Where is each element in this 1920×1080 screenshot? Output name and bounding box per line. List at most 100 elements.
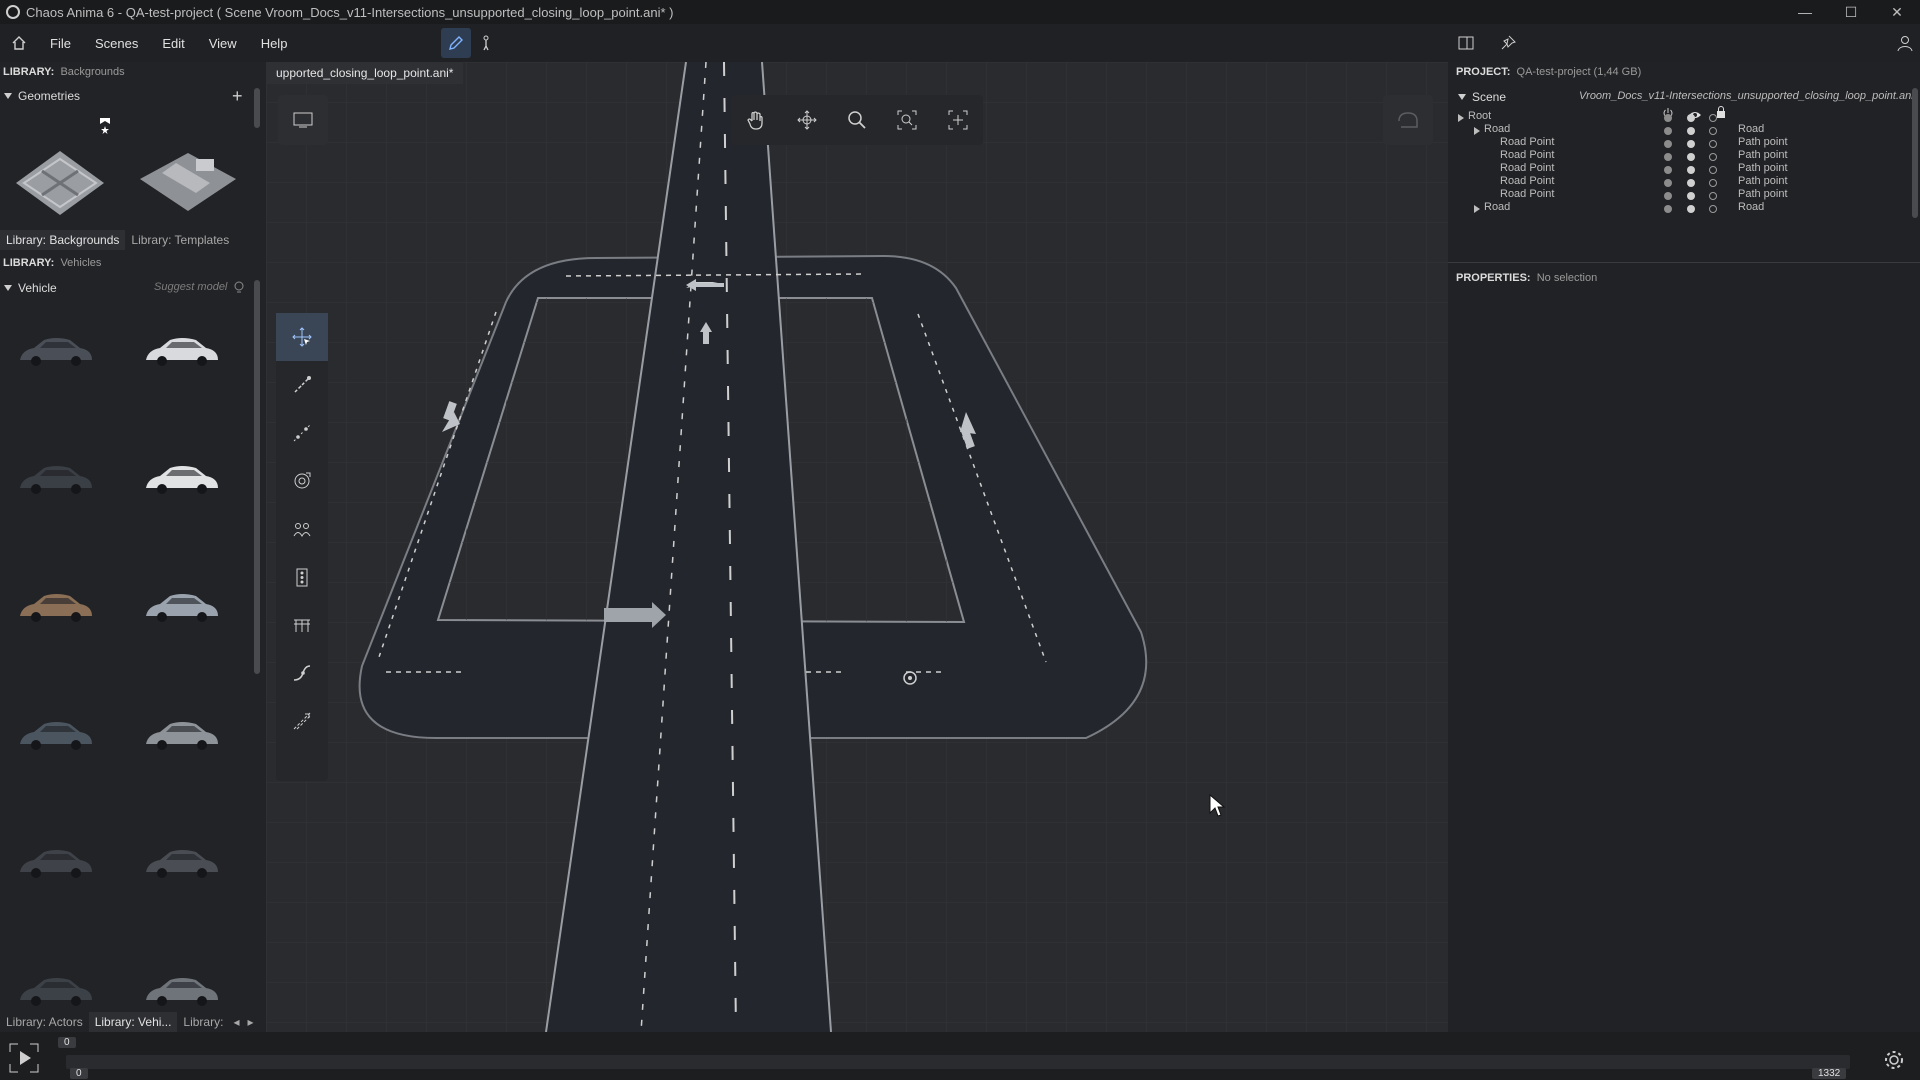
- vehicle-thumbnail[interactable]: [142, 588, 222, 628]
- roundabout-tool-icon[interactable]: [276, 457, 328, 505]
- vehicle-thumbnail[interactable]: [16, 332, 96, 372]
- visible-dot[interactable]: [1687, 179, 1695, 187]
- crowd-tool-icon[interactable]: [276, 505, 328, 553]
- visible-dot[interactable]: [1687, 140, 1695, 148]
- vehicle-thumbnail[interactable]: [16, 588, 96, 628]
- lock-dot[interactable]: [1709, 140, 1717, 148]
- expand-triangle-icon[interactable]: [1474, 205, 1480, 213]
- scene-tree-row[interactable]: Road Road: [1448, 201, 1920, 217]
- menu-view[interactable]: View: [197, 36, 249, 51]
- orbit-icon[interactable]: [787, 100, 827, 140]
- tab-library-more[interactable]: Library:: [177, 1012, 229, 1032]
- play-icon[interactable]: [6, 1040, 42, 1080]
- menu-file[interactable]: File: [38, 36, 83, 51]
- enabled-dot[interactable]: [1664, 166, 1672, 174]
- viewport-screen-icon[interactable]: [278, 95, 328, 145]
- close-button[interactable]: ✕: [1874, 0, 1920, 24]
- visible-dot[interactable]: [1687, 153, 1695, 161]
- lock-dot[interactable]: [1709, 192, 1717, 200]
- vehicle-section[interactable]: Vehicle: [4, 281, 57, 295]
- timeline-track[interactable]: [66, 1055, 1850, 1069]
- select-move-tool-icon[interactable]: [276, 313, 328, 361]
- pan-hand-icon[interactable]: [736, 100, 776, 140]
- user-account-icon[interactable]: [1890, 28, 1920, 58]
- draw-road-tool-icon[interactable]: [276, 361, 328, 409]
- visible-dot[interactable]: [1687, 114, 1695, 122]
- tab-library-vehicles[interactable]: Library: Vehi...: [88, 1012, 178, 1032]
- frame-all-icon[interactable]: [938, 100, 978, 140]
- panel-layout-icon[interactable]: [1451, 28, 1481, 58]
- scene-tree-item-type: Path point: [1738, 175, 1788, 187]
- visible-dot[interactable]: [1687, 166, 1695, 174]
- tabs-scroll-left-icon[interactable]: ◂: [229, 1012, 243, 1032]
- enabled-dot[interactable]: [1664, 192, 1672, 200]
- document-tab[interactable]: upported_closing_loop_point.ani*: [266, 62, 464, 84]
- edit-mode-pencil-icon[interactable]: [441, 28, 472, 58]
- scene-tree-item-type: Path point: [1738, 162, 1788, 174]
- expand-triangle-icon[interactable]: [1474, 127, 1480, 135]
- settings-gear-icon[interactable]: [1882, 1048, 1906, 1077]
- minimize-button[interactable]: —: [1782, 0, 1828, 24]
- zoom-search-icon[interactable]: [837, 100, 877, 140]
- lock-dot[interactable]: [1709, 205, 1717, 213]
- vehicle-thumbnail[interactable]: [142, 844, 222, 884]
- suggest-model-link[interactable]: Suggest model: [154, 281, 227, 293]
- geometries-section[interactable]: Geometries: [4, 89, 80, 103]
- vehicle-thumbnail[interactable]: [16, 716, 96, 756]
- menu-help[interactable]: Help: [249, 36, 300, 51]
- geometry-thumbnail-grid-road[interactable]: [12, 147, 108, 224]
- lock-dot[interactable]: [1709, 114, 1717, 122]
- lightbulb-icon[interactable]: [234, 281, 244, 300]
- vehicle-thumbnail[interactable]: [142, 460, 222, 500]
- enabled-dot[interactable]: [1664, 179, 1672, 187]
- scene-tree-scrollbar[interactable]: [1912, 88, 1918, 218]
- favorite-bookmark-icon[interactable]: [98, 116, 112, 139]
- vehicle-thumbnail[interactable]: [142, 972, 222, 1012]
- tab-library-templates[interactable]: Library: Templates: [125, 230, 235, 250]
- add-icon[interactable]: +: [232, 86, 243, 107]
- 3d-viewport[interactable]: [266, 62, 1448, 1032]
- tab-library-actors[interactable]: Library: Actors: [0, 1012, 89, 1032]
- lock-dot[interactable]: [1709, 166, 1717, 174]
- vehicle-thumbnail[interactable]: [142, 716, 222, 756]
- maximize-button[interactable]: ☐: [1828, 0, 1874, 24]
- scene-panel: PROJECT: QA-test-project (1,44 GB) Scene…: [1448, 62, 1920, 1032]
- vehicle-thumbnail[interactable]: [16, 972, 96, 1012]
- collapse-triangle-icon: [1458, 94, 1466, 100]
- lock-dot[interactable]: [1709, 127, 1717, 135]
- lock-dot[interactable]: [1709, 153, 1717, 161]
- pin-icon[interactable]: [1493, 28, 1523, 58]
- visible-dot[interactable]: [1687, 127, 1695, 135]
- undo-view-icon[interactable]: [1383, 95, 1433, 145]
- animation-mode-figure-icon[interactable]: [471, 28, 501, 58]
- traffic-light-tool-icon[interactable]: [276, 553, 328, 601]
- enabled-dot[interactable]: [1664, 153, 1672, 161]
- visible-dot[interactable]: [1687, 192, 1695, 200]
- tabs-scroll-right-icon[interactable]: ▸: [243, 1012, 257, 1032]
- zoom-to-fit-icon[interactable]: [887, 100, 927, 140]
- slope-tool-icon[interactable]: [276, 649, 328, 697]
- scene-file-name: Vroom_Docs_v11-Intersections_unsupported…: [1579, 90, 1918, 102]
- enabled-dot[interactable]: [1664, 205, 1672, 213]
- vehicles-scrollbar[interactable]: [254, 280, 260, 674]
- vehicle-thumbnail[interactable]: [16, 460, 96, 500]
- current-frame-label[interactable]: 0: [58, 1037, 76, 1048]
- scene-section[interactable]: Scene: [1458, 90, 1506, 104]
- visible-dot[interactable]: [1687, 205, 1695, 213]
- lock-dot[interactable]: [1709, 179, 1717, 187]
- lane-tool-icon[interactable]: [276, 697, 328, 745]
- enabled-dot[interactable]: [1664, 140, 1672, 148]
- menu-edit[interactable]: Edit: [150, 36, 196, 51]
- fence-tool-icon[interactable]: [276, 601, 328, 649]
- tab-library-backgrounds[interactable]: Library: Backgrounds: [0, 230, 126, 250]
- expand-triangle-icon[interactable]: [1458, 114, 1464, 122]
- enabled-dot[interactable]: [1664, 114, 1672, 122]
- path-points-tool-icon[interactable]: [276, 409, 328, 457]
- home-icon[interactable]: [6, 30, 32, 56]
- vehicle-thumbnail[interactable]: [142, 332, 222, 372]
- geometry-thumbnail-intersection[interactable]: [136, 149, 240, 220]
- menu-scenes[interactable]: Scenes: [83, 36, 150, 51]
- enabled-dot[interactable]: [1664, 127, 1672, 135]
- geometries-scrollbar[interactable]: [254, 88, 260, 128]
- vehicle-thumbnail[interactable]: [16, 844, 96, 884]
